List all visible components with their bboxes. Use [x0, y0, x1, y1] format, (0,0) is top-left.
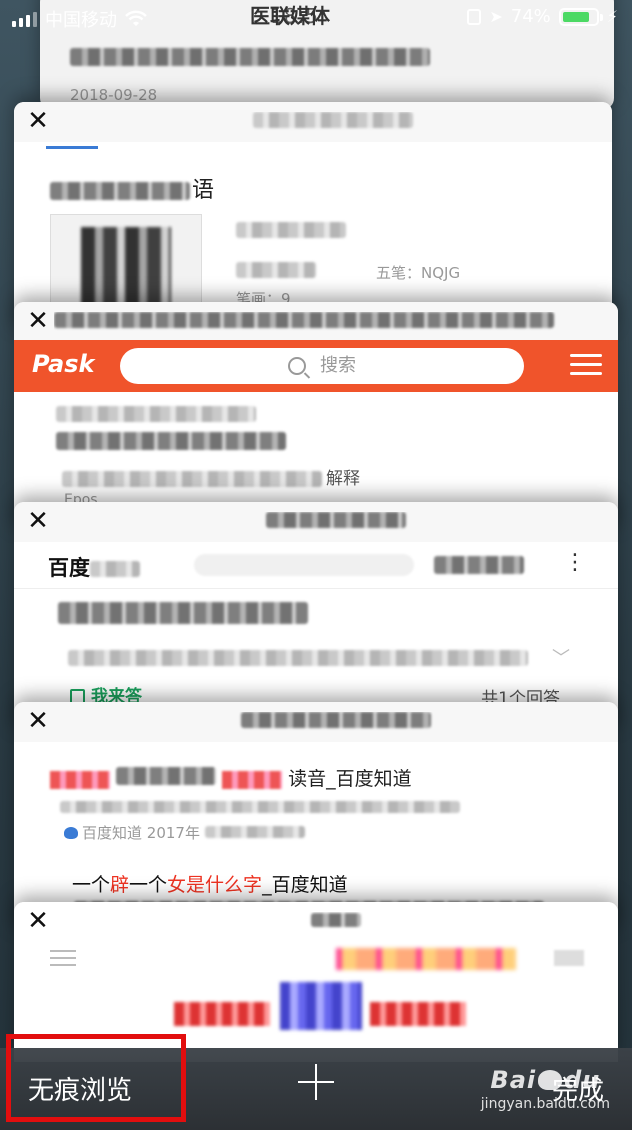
close-icon[interactable]: ✕: [26, 106, 50, 136]
tab-card-3-line: [56, 432, 286, 454]
site-logo: Pask: [32, 350, 95, 378]
tab-card-4-title: [74, 512, 598, 532]
status-time: 18:5: [270, 4, 319, 28]
banner-blur: [336, 948, 516, 970]
tab-card-4[interactable]: ✕ 百度 ⋮ ﹀ 我来答 共1个回答: [14, 502, 618, 732]
signal-icon: [12, 11, 37, 27]
tab-card-3[interactable]: ✕ Pask 搜索 解释 Epos: [14, 302, 618, 532]
status-left: 中国移动: [12, 6, 147, 32]
tab-card-2-meta: [236, 222, 346, 242]
question-title: [58, 602, 308, 628]
status-bar: 中国移动 18:5 ➤ 74% ⚡: [0, 0, 632, 36]
chevron-down-icon[interactable]: ﹀: [552, 644, 570, 670]
result-source: 百度知道 2017年: [64, 822, 305, 843]
tab-card-2[interactable]: ✕ 语 五笔：NQJG 笔画：9: [14, 102, 612, 332]
tab-card-3-line: [56, 406, 256, 426]
tab-card-1-blurred-headline: [70, 48, 470, 70]
result-heading: 读音_百度知道: [50, 764, 412, 791]
close-icon[interactable]: ✕: [26, 906, 50, 936]
highlight-annotation: [6, 1034, 186, 1122]
baidu-jingyan-watermark: Bai du jingyan.baidu.com: [480, 1066, 610, 1112]
site-logo-blur: [174, 982, 466, 1032]
location-icon: ➤: [489, 7, 503, 26]
carrier-label: 中国移动: [45, 10, 117, 31]
tab-card-2-heading: 语: [50, 172, 214, 204]
search-icon: [288, 357, 306, 375]
close-icon[interactable]: ✕: [26, 506, 50, 536]
tab-card-4-header: ✕: [14, 502, 618, 542]
site-header: 百度 ⋮: [14, 542, 618, 589]
tab-card-5[interactable]: ✕ 读音_百度知道 百度知道 2017年 一个辟一个女是什么字_百度知道: [14, 702, 618, 932]
search-input[interactable]: 搜索: [120, 348, 524, 384]
more-icon[interactable]: ⋮: [564, 552, 586, 574]
result-title[interactable]: 一个辟一个女是什么字_百度知道: [72, 870, 348, 897]
search-input[interactable]: [194, 554, 414, 576]
menu-icon[interactable]: [570, 354, 602, 376]
tab-card-2-title: [74, 112, 592, 132]
site-header: Pask 搜索: [14, 340, 618, 392]
battery-percent: 74%: [510, 6, 551, 27]
tab-card-3-title: [54, 312, 598, 332]
tab-card-3-snippet: 解释: [62, 464, 360, 489]
header-link[interactable]: [434, 556, 524, 578]
tab-card-3-header: ✕: [14, 302, 618, 342]
charging-icon: ⚡: [606, 7, 618, 26]
tab-card-5-title: [74, 712, 598, 732]
question-desc: [68, 650, 528, 670]
menu-icon[interactable]: [50, 950, 76, 971]
tab-card-5-header: ✕: [14, 702, 618, 742]
lock-rotation-icon: [467, 8, 482, 25]
tab-card-2-row: 五笔：NQJG: [236, 262, 460, 282]
active-tab-indicator: [46, 146, 98, 149]
close-icon[interactable]: ✕: [26, 706, 50, 736]
plus-icon[interactable]: [298, 1064, 334, 1100]
header-icon: [554, 950, 584, 966]
result-meta: [60, 798, 480, 817]
tab-card-2-header: ✕: [14, 102, 612, 142]
tab-card-6-header: ✕: [14, 902, 618, 942]
wubi-code: 五笔：NQJG: [376, 264, 461, 282]
site-brand: 百度: [48, 552, 140, 582]
wifi-icon: [125, 10, 147, 26]
status-right: ➤ 74% ⚡: [467, 6, 618, 27]
tab-card-6-title: [74, 912, 598, 932]
close-icon[interactable]: ✕: [26, 306, 50, 336]
battery-icon: [558, 7, 603, 26]
paw-icon: [64, 827, 78, 839]
